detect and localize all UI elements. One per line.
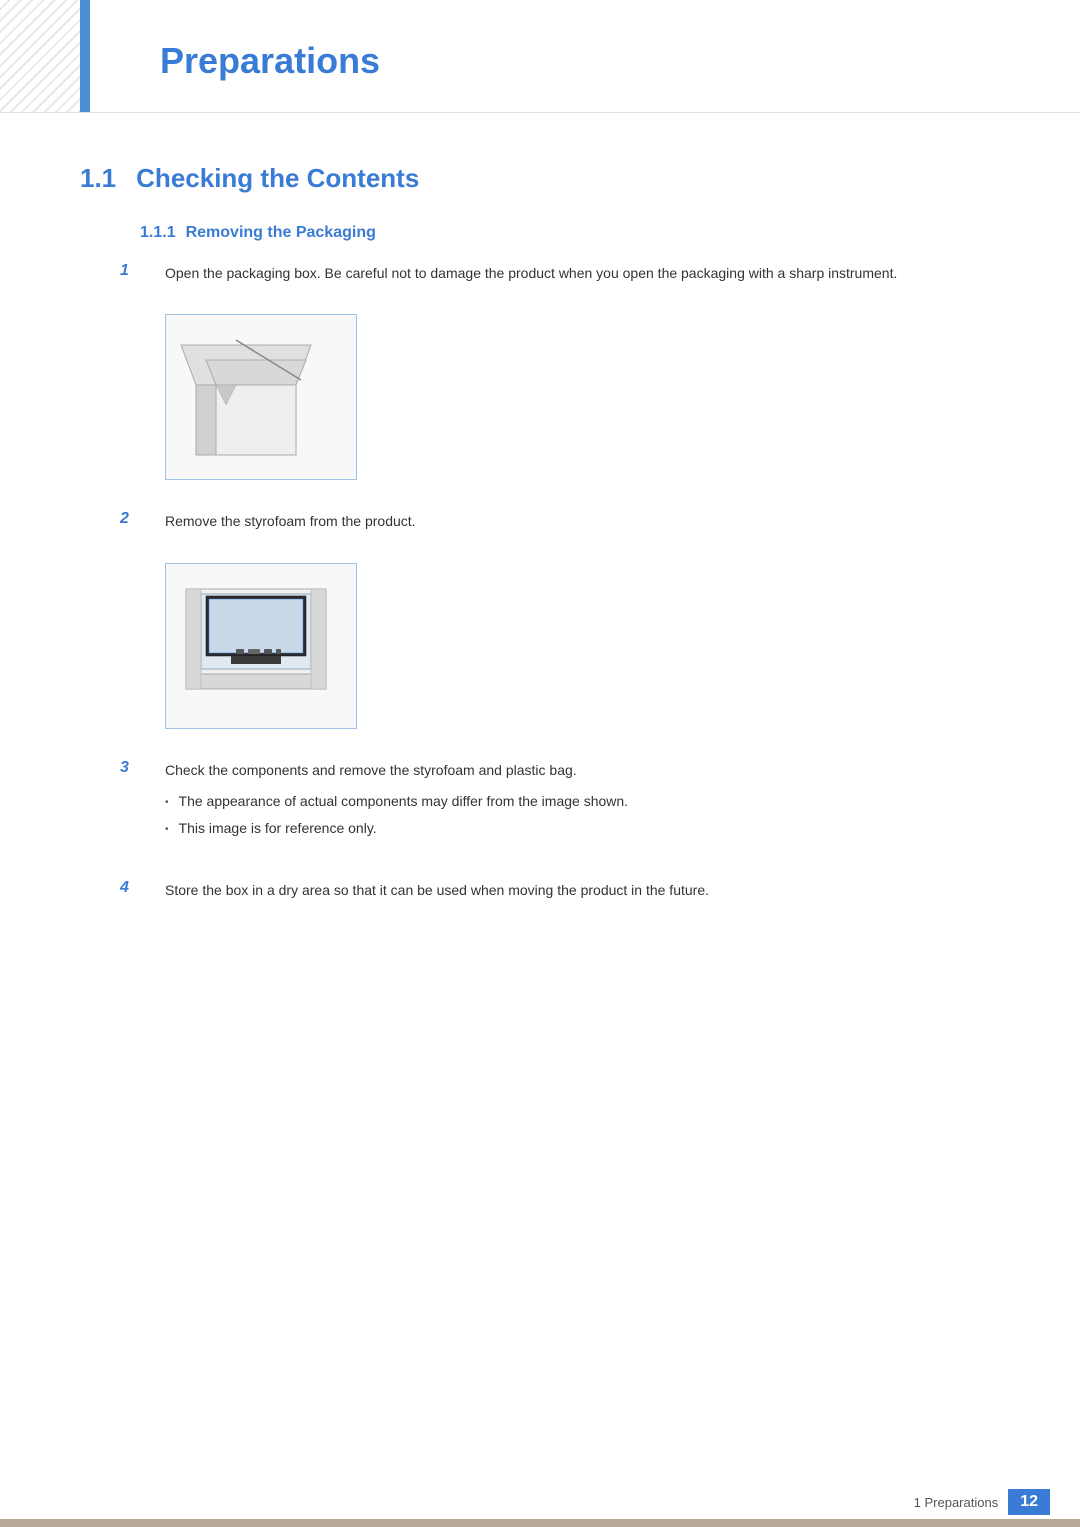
header-stripe-decoration [0, 0, 80, 112]
step-4-text: Store the box in a dry area so that it c… [165, 879, 1000, 901]
section-1-1-heading: 1.1Checking the Contents [80, 163, 1000, 194]
footer-content: 1 Preparations 12 [914, 1489, 1050, 1515]
header-blue-bar [80, 0, 90, 112]
step-2-container: 2 Remove the styrofoam from the product. [120, 510, 1000, 738]
bullet-item-1: • The appearance of actual components ma… [165, 791, 1000, 812]
step-2-number: 2 [120, 510, 150, 528]
bullet-dot-1: • [165, 795, 169, 810]
box-open-illustration [176, 325, 346, 465]
footer-section-text: 1 Preparations [914, 1495, 999, 1510]
step-1-text: Open the packaging box. Be careful not t… [165, 262, 1000, 284]
bullet-item-2: • This image is for reference only. [165, 818, 1000, 839]
step-1-image-box [165, 314, 357, 480]
step-3-number: 3 [120, 759, 150, 777]
styrofoam-illustration [176, 574, 346, 714]
bullet-text-2: This image is for reference only. [179, 818, 377, 839]
step-1-image-area [165, 299, 1000, 490]
step-1-container: 1 Open the packaging box. Be careful not… [120, 262, 1000, 490]
step-3-container: 3 Check the components and remove the st… [120, 759, 1000, 854]
section-1-1-1-number: 1.1.1 [140, 224, 176, 241]
section-1-1-1-heading: 1.1.1Removing the Packaging [140, 224, 1000, 242]
step-3-bullets: • The appearance of actual components ma… [165, 791, 1000, 839]
step-2-text: Remove the styrofoam from the product. [165, 510, 1000, 532]
bullet-text-1: The appearance of actual components may … [179, 791, 629, 812]
section-1-1-number: 1.1 [80, 163, 116, 193]
step-2-image-box [165, 563, 357, 729]
bullet-dot-2: • [165, 822, 169, 837]
page-header: Preparations [0, 0, 1080, 113]
content-area: 1.1Checking the Contents 1.1.1Removing t… [0, 113, 1080, 1007]
page-footer: 1 Preparations 12 [0, 1487, 1080, 1527]
step-3-text: Check the components and remove the styr… [165, 762, 577, 778]
step-4-number: 4 [120, 879, 150, 897]
page-title: Preparations [160, 30, 1080, 92]
step-2-image-area [165, 548, 1000, 739]
step-1-number: 1 [120, 262, 150, 280]
step-4-container: 4 Store the box in a dry area so that it… [120, 879, 1000, 901]
footer-stripe [0, 1519, 1080, 1527]
footer-page-number: 12 [1008, 1489, 1050, 1515]
